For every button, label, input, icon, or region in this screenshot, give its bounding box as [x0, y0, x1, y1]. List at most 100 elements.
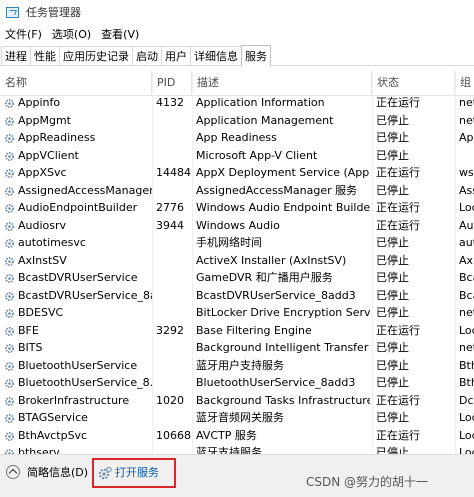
tab-services[interactable]: 服务 — [241, 45, 271, 66]
service-name: AppXSvc — [18, 166, 67, 179]
table-row[interactable]: AssignedAccessManager... AssignedAccessMa… — [0, 182, 474, 200]
column-pid[interactable]: PID — [152, 71, 192, 95]
table-row[interactable]: BrokerInfrastructure 1020 Background Tasks… — [0, 392, 474, 410]
tab-processes[interactable]: 进程 — [1, 46, 31, 65]
table-row[interactable]: BcastDVRUserService_8a... BcastDVRUserSer… — [0, 287, 474, 305]
service-name-cell: AssignedAccessManager... — [0, 182, 152, 200]
service-status: 已停止 — [376, 306, 409, 319]
service-pid — [156, 112, 192, 130]
chevron-up-icon[interactable] — [6, 465, 20, 479]
service-name: BrokerInfrastructure — [18, 393, 130, 407]
window-title: 任务管理器 — [26, 6, 81, 19]
service-status: 已停止 — [376, 131, 409, 144]
service-description: GameDVR 和广播用户服务 — [196, 271, 333, 284]
table-row[interactable]: bthserv 蓝牙支持服务 已停止 Loc — [0, 444, 474, 454]
tab-performance[interactable]: 性能 — [30, 46, 60, 65]
service-gear-icon — [4, 202, 15, 213]
service-pid — [156, 147, 192, 165]
service-description: AssignedAccessManager 服务 — [196, 183, 358, 197]
tab-app-history[interactable]: 应用历史记录 — [59, 46, 133, 65]
table-row[interactable]: BTAGService 蓝牙音频网关服务 已停止 Loc — [0, 409, 474, 427]
service-gear-icon — [4, 377, 15, 388]
table-row[interactable]: AudioEndpointBuilder 2776 Windows Audio En… — [0, 199, 474, 217]
service-pid — [156, 287, 192, 305]
service-name: AudioEndpointBuilder — [18, 201, 138, 214]
table-row[interactable]: Audiosrv 3944 Windows Audio 正在运行 Aud — [0, 217, 474, 235]
service-group: net — [459, 113, 474, 127]
service-gear-icon — [4, 447, 15, 454]
service-name-cell: BrokerInfrastructure — [0, 392, 152, 410]
service-group: net — [459, 306, 474, 319]
services-gear-icon — [98, 466, 112, 480]
service-group: wsa — [459, 166, 474, 179]
service-status: 已停止 — [376, 341, 409, 354]
service-name-cell: bthserv — [0, 444, 152, 454]
service-group: Bth — [459, 358, 474, 372]
service-pid — [156, 182, 192, 200]
watermark-text: CSDN @努力的胡十一 — [306, 475, 429, 489]
table-row[interactable]: BluetoothUserService_8... BluetoothUserSe… — [0, 374, 474, 392]
table-row[interactable]: Appinfo 4132 Application Information 正在运行 ne… — [0, 94, 474, 112]
task-manager-icon — [6, 6, 19, 18]
column-group[interactable]: 组 — [455, 71, 474, 95]
service-status: 已停止 — [376, 271, 409, 284]
column-status[interactable]: 状态 — [372, 71, 455, 95]
service-group: aut — [459, 236, 474, 249]
service-name: AppVClient — [18, 148, 79, 162]
service-name: AxInstSV — [18, 253, 67, 267]
table-row[interactable]: BDESVC BitLocker Drive Encryption Service… — [0, 304, 474, 322]
tab-strip: 进程 性能 应用历史记录 启动 用户 详细信息 服务 — [0, 44, 474, 66]
service-pid — [156, 304, 192, 322]
service-gear-icon — [4, 167, 15, 178]
service-group: App — [459, 131, 474, 144]
service-name-cell: BTAGService — [0, 409, 152, 427]
service-pid — [156, 234, 192, 252]
service-gear-icon — [4, 185, 15, 196]
service-description: AppX Deployment Service (AppX... — [196, 166, 370, 179]
service-name: BcastDVRUserService_8a... — [18, 288, 152, 302]
service-name-cell: AppMgmt — [0, 112, 152, 130]
service-description: AVCTP 服务 — [196, 428, 257, 442]
table-row[interactable]: BFE 3292 Base Filtering Engine 正在运行 Loc — [0, 322, 474, 340]
service-status: 已停止 — [376, 148, 409, 162]
service-name-cell: AppXSvc — [0, 164, 152, 182]
service-group: Loc — [459, 428, 474, 442]
service-group: Loc — [459, 411, 474, 424]
service-status: 已停止 — [376, 253, 409, 267]
service-description: Background Intelligent Transfer ... — [196, 341, 370, 354]
service-status: 已停止 — [376, 358, 409, 372]
table-row[interactable]: autotimesvc 手机网络时间 已停止 aut — [0, 234, 474, 252]
service-name: BTAGService — [18, 411, 88, 424]
table-row[interactable]: AppXSvc 14484 AppX Deployment Service (App… — [0, 164, 474, 182]
table-row[interactable]: AppMgmt Application Management 已停止 net — [0, 112, 474, 130]
tab-details[interactable]: 详细信息 — [190, 46, 242, 65]
title-bar: 任务管理器 — [0, 0, 474, 24]
service-name-cell: autotimesvc — [0, 234, 152, 252]
table-row[interactable]: BluetoothUserService 蓝牙用户支持服务 已停止 Bth — [0, 357, 474, 375]
table-row[interactable]: AxInstSV ActiveX Installer (AxInstSV) 已停止 A… — [0, 252, 474, 270]
table-row[interactable]: AppVClient Microsoft App-V Client 已停止 — [0, 147, 474, 165]
service-status: 已停止 — [376, 288, 409, 302]
menu-options[interactable]: 选项(O) — [47, 26, 96, 42]
column-name[interactable]: 名称 — [0, 71, 152, 95]
service-group: Loc — [459, 201, 474, 214]
tab-startup[interactable]: 启动 — [132, 46, 162, 65]
service-description: BcastDVRUserService_8add3 — [196, 288, 356, 302]
open-services-link[interactable]: 打开服务 — [115, 465, 159, 480]
menu-file[interactable]: 文件(F) — [0, 26, 47, 42]
service-description: 手机网络时间 — [196, 236, 262, 249]
brief-info-button[interactable]: 简略信息(D) — [27, 465, 88, 480]
menu-view[interactable]: 查看(V) — [96, 26, 144, 42]
service-status: 已停止 — [376, 113, 409, 127]
service-pid — [156, 269, 192, 287]
service-description: BluetoothUserService_8add3 — [196, 376, 356, 389]
table-row[interactable]: BITS Background Intelligent Transfer ... 已… — [0, 339, 474, 357]
table-row[interactable]: BthAvctpSvc 10668 AVCTP 服务 正在运行 Loc — [0, 427, 474, 445]
column-description[interactable]: 描述 — [192, 71, 372, 95]
table-row[interactable]: AppReadiness App Readiness 已停止 App — [0, 129, 474, 147]
service-gear-icon — [4, 307, 15, 318]
service-name: Audiosrv — [18, 218, 67, 232]
tab-users[interactable]: 用户 — [161, 46, 191, 65]
table-row[interactable]: BcastDVRUserService GameDVR 和广播用户服务 已停止 Bca — [0, 269, 474, 287]
service-name: BluetoothUserService_8... — [18, 376, 152, 389]
